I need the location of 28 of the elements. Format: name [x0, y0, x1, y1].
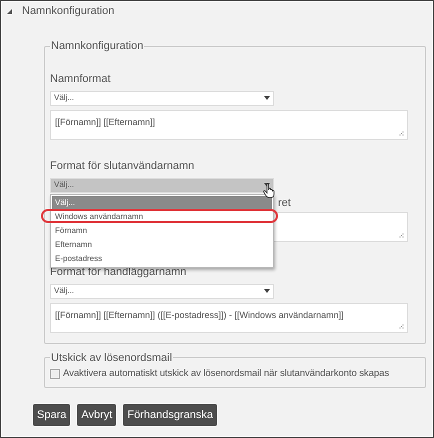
action-button[interactable]: Avbryt [77, 404, 116, 426]
field-value: [[Förnamn]] [[Efternamn]] [55, 116, 156, 129]
resize-grip-icon[interactable] [399, 324, 404, 328]
checkbox-label: Avaktivera automatiskt utskick av lösenordsmail när slutanvändarkonto skapas [63, 367, 390, 381]
caret-icon [264, 289, 270, 293]
dropdown-option[interactable]: E-postadress [52, 252, 272, 266]
checkbox[interactable] [50, 369, 60, 380]
field-label: Format för slutanvändarnamn [50, 160, 194, 172]
collapse-icon[interactable] [7, 8, 12, 14]
text-area[interactable]: [[Förnamn]] [[Efternamn]] ([[E-postadress]]) - [[Windows användarnamn]] [50, 302, 408, 332]
section-title: Namnkonfiguration [22, 4, 114, 19]
field-value: [[Förnamn]] [[Efternamn]] ([[E-postadress]]) - [[Windows användarnamn]] [55, 308, 344, 322]
dropdown-option[interactable]: Förnamn [52, 224, 272, 238]
action-button[interactable]: Spara [33, 404, 70, 426]
dropdown-option[interactable]: Windows användarnamn [52, 210, 272, 224]
action-button[interactable]: Förhandsgranska [123, 404, 217, 426]
text-area[interactable]: [[Förnamn]] [[Efternamn]] [50, 110, 408, 140]
select-field[interactable]: Välj... [50, 90, 274, 106]
group-legend: Namnkonfiguration [50, 38, 144, 54]
group-legend: Utskick av lösenordsmail [50, 350, 174, 366]
select-field[interactable]: Välj... [50, 284, 274, 298]
field-label: Namnformat [50, 72, 111, 84]
resize-grip-icon[interactable] [399, 232, 404, 238]
dropdown-option[interactable]: Efternamn [52, 238, 272, 252]
select-field[interactable]: Välj... [50, 178, 274, 192]
caret-icon [264, 96, 270, 100]
resize-grip-icon[interactable] [399, 130, 404, 136]
field-label: ret [278, 196, 291, 208]
